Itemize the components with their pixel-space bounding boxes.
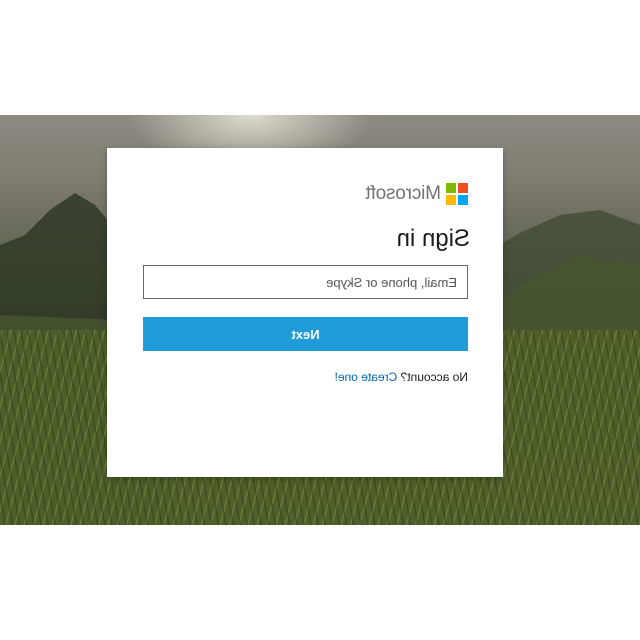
- mirrored-screenshot-stage: Microsoft Sign in Next No account? Creat…: [0, 0, 640, 640]
- signup-prompt-text: No account?: [400, 370, 468, 384]
- logo-yellow-square: [446, 195, 456, 205]
- sign-in-card: Microsoft Sign in Next No account? Creat…: [107, 148, 503, 477]
- brand-name: Microsoft: [365, 183, 441, 204]
- logo-green-square: [446, 183, 456, 193]
- next-button[interactable]: Next: [143, 317, 468, 351]
- logo-red-square: [458, 183, 468, 193]
- create-account-link[interactable]: Create one!: [335, 370, 398, 384]
- microsoft-logo-icon: [446, 183, 468, 205]
- signup-prompt: No account? Create one!: [335, 370, 468, 384]
- email-field[interactable]: [143, 265, 468, 299]
- page-title: Sign in: [396, 225, 470, 252]
- logo-blue-square: [458, 195, 468, 205]
